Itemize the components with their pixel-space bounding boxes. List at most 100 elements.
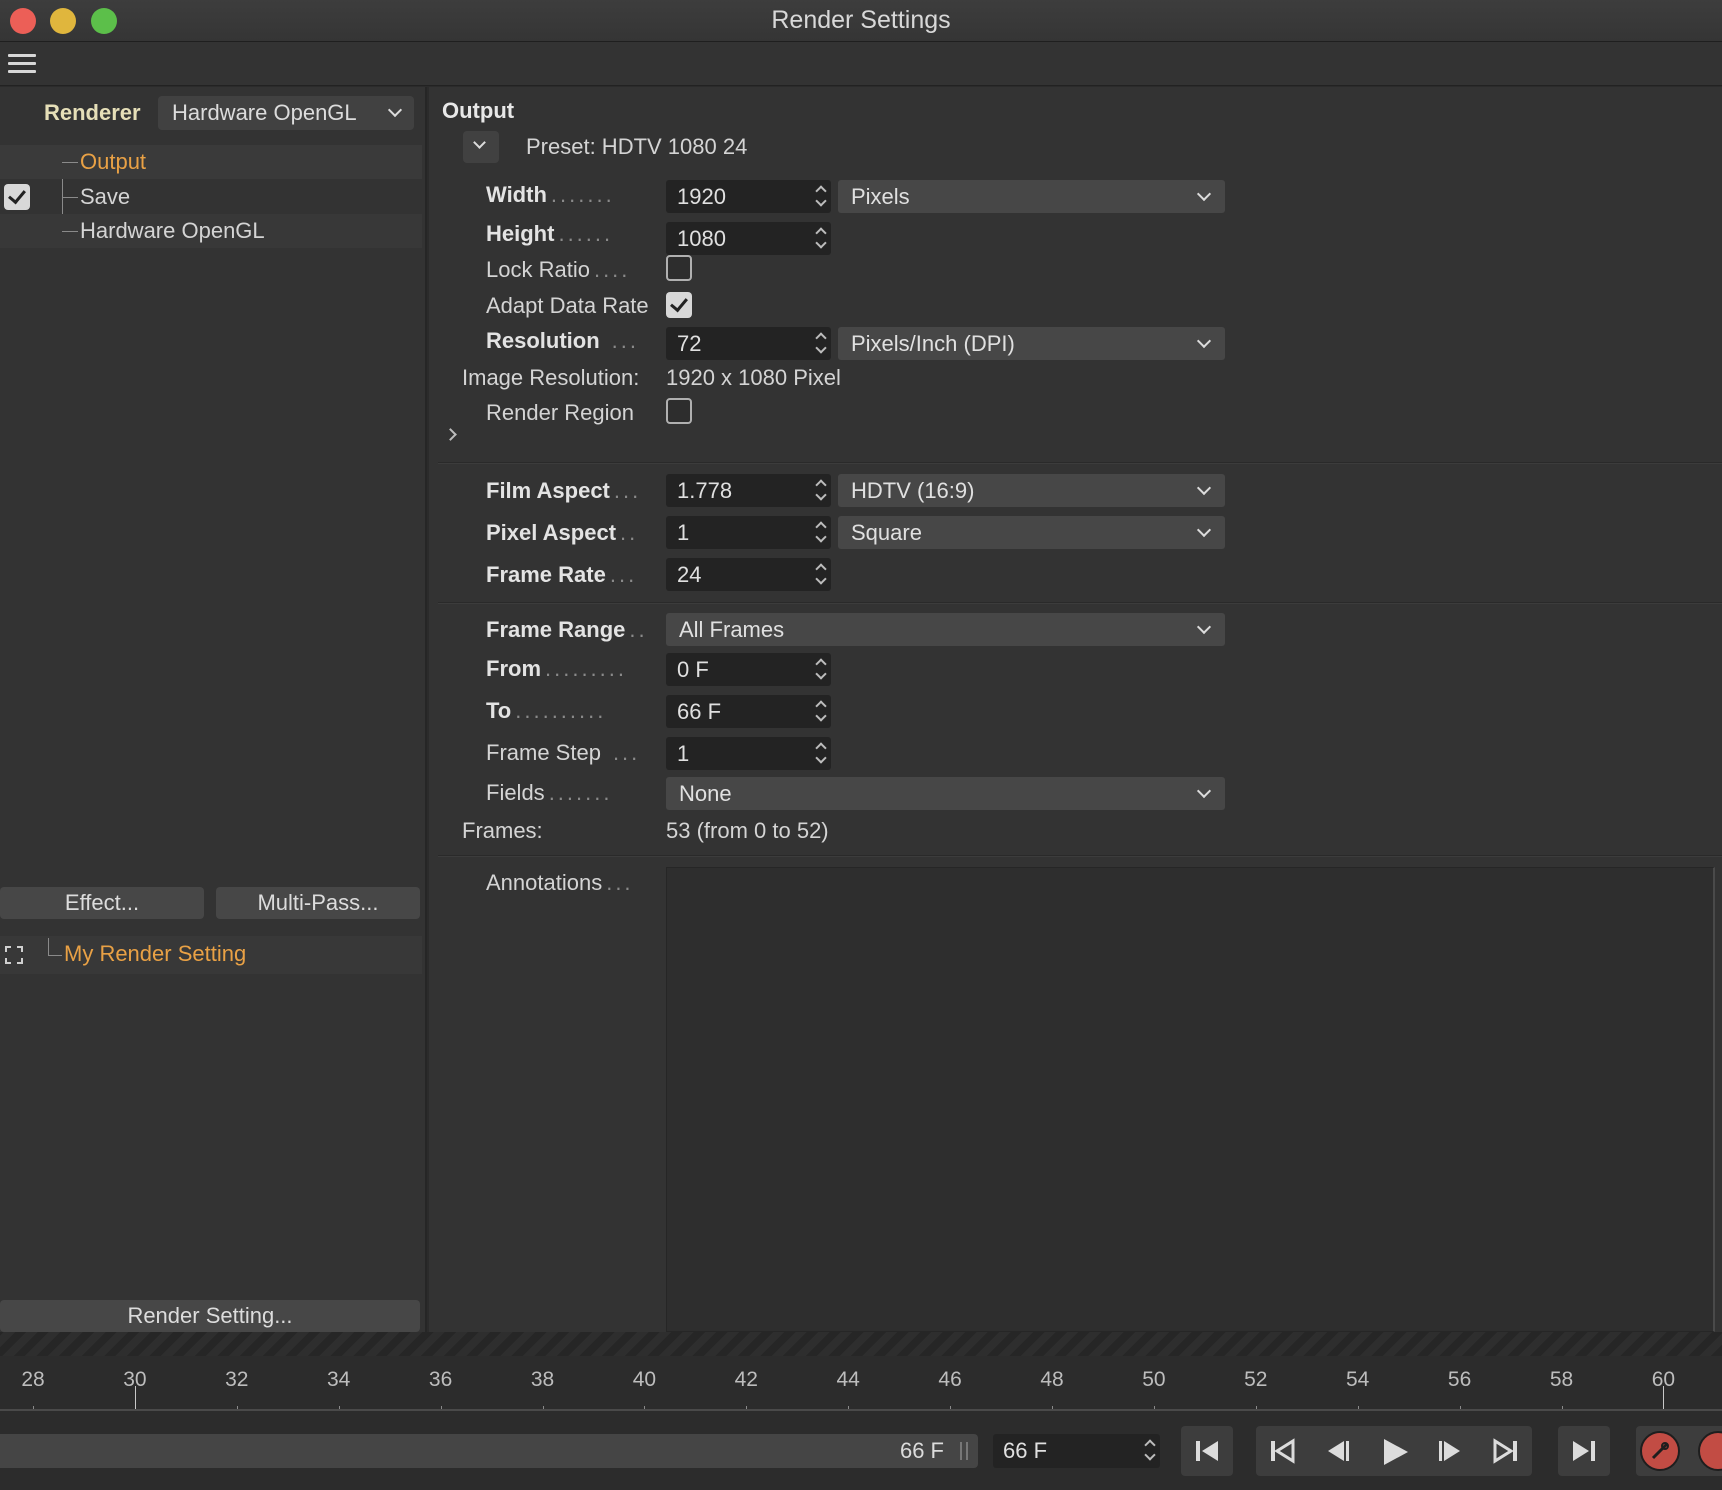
tree-branch: [62, 231, 78, 232]
current-frame-field[interactable]: 66 F: [993, 1434, 1160, 1468]
chevron-down-icon: [1196, 783, 1212, 799]
frame-slider[interactable]: 66 F: [0, 1434, 978, 1468]
stepper-icon[interactable]: [816, 699, 826, 723]
timeline-tick-label: 54: [1346, 1368, 1370, 1391]
chevron-down-icon: [1196, 480, 1212, 496]
previous-keyframe-icon[interactable]: [1256, 1426, 1308, 1476]
renderer-value: Hardware OpenGL: [172, 100, 357, 125]
timeline-tick-label: 38: [530, 1368, 555, 1391]
timeline-divider: [0, 1332, 1722, 1356]
resolution-unit-dropdown[interactable]: Pixels/Inch (DPI): [838, 327, 1225, 360]
record-icon[interactable]: [1640, 1431, 1680, 1471]
tree-item-label: Hardware OpenGL: [80, 218, 265, 243]
timeline-tick-label: 34: [327, 1368, 351, 1391]
render-region-checkbox[interactable]: [666, 398, 692, 424]
timeline-tick-label: 42: [734, 1368, 758, 1391]
tree-branch: [62, 197, 78, 198]
adapt-data-rate-checkbox[interactable]: [666, 292, 692, 318]
image-resolution-value: 1920 x 1080 Pixel: [666, 365, 841, 390]
go-to-start-icon[interactable]: [1181, 1426, 1233, 1476]
chevron-down-icon: [1196, 619, 1212, 635]
stepper-icon[interactable]: [816, 520, 826, 544]
from-label: From.........: [486, 656, 628, 681]
tree-connector: [48, 938, 49, 955]
play-icon[interactable]: [1368, 1426, 1420, 1476]
render-setting-name: My Render Setting: [64, 941, 247, 966]
film-aspect-dropdown[interactable]: HDTV (16:9): [838, 474, 1225, 507]
stepper-icon[interactable]: [816, 331, 826, 355]
renderer-select[interactable]: Hardware OpenGL: [158, 96, 414, 130]
timeline-tick-label: 40: [632, 1368, 657, 1391]
width-unit-dropdown[interactable]: Pixels: [838, 180, 1225, 213]
resolution-label: Resolution...: [486, 328, 640, 353]
fields-dropdown[interactable]: None: [666, 777, 1225, 810]
menu-bar: [0, 42, 1722, 86]
multi-pass-button[interactable]: Multi-Pass...: [216, 887, 420, 919]
timeline-tick-label: 28: [21, 1368, 45, 1391]
width-label: Width.......: [486, 182, 615, 207]
frame-step-field[interactable]: 1: [666, 737, 831, 770]
tree-branch: [48, 955, 62, 956]
frames-value: 53 (from 0 to 52): [666, 818, 829, 843]
to-field[interactable]: 66 F: [666, 695, 831, 728]
effect-button[interactable]: Effect...: [0, 887, 204, 919]
timeline-tick-label: 56: [1447, 1368, 1472, 1391]
stepper-icon[interactable]: [816, 657, 826, 681]
divider: [438, 462, 1722, 464]
tree-item-label: Output: [80, 149, 147, 174]
timeline-tick-label: 58: [1549, 1368, 1574, 1391]
auto-keying-icon[interactable]: [1698, 1431, 1722, 1471]
resolution-field[interactable]: 72: [666, 327, 831, 360]
render-region-label: Render Region: [486, 400, 634, 425]
tree-branch: [62, 162, 78, 163]
render-setting-item[interactable]: My Render Setting: [0, 936, 422, 974]
frame-rate-field[interactable]: 24: [666, 558, 831, 591]
frame-step-label: Frame Step...: [486, 740, 641, 765]
chevron-down-icon: [1196, 522, 1212, 538]
film-aspect-label: Film Aspect...: [486, 478, 642, 503]
width-field[interactable]: 1920: [666, 180, 831, 213]
save-enabled-checkbox[interactable]: [4, 184, 30, 210]
pixel-aspect-label: Pixel Aspect..: [486, 520, 639, 545]
chevron-right-icon[interactable]: [444, 428, 457, 441]
height-field[interactable]: 1080: [666, 222, 831, 255]
preset-menu-button[interactable]: [463, 131, 499, 163]
timeline-tick-label: 32: [225, 1368, 249, 1391]
stepper-icon[interactable]: [816, 184, 826, 208]
stepper-icon[interactable]: [1145, 1438, 1155, 1462]
current-frame-display: 66 F: [899, 1438, 944, 1463]
stepper-icon[interactable]: [816, 562, 826, 586]
timeline-ruler[interactable]: 28 30 32 34 36 38 40 42 44 46 48 50 52 54 56 58 60: [0, 1356, 1722, 1419]
film-aspect-field[interactable]: 1.778: [666, 474, 831, 507]
record-controls: [1636, 1426, 1722, 1476]
tree-item-hardware-opengl[interactable]: Hardware OpenGL: [0, 214, 422, 248]
pixel-aspect-field[interactable]: 1: [666, 516, 831, 549]
adapt-data-rate-label: Adapt Data Rate: [486, 293, 649, 318]
timeline-tick-label: 36: [428, 1368, 453, 1391]
hamburger-icon[interactable]: [8, 54, 36, 76]
annotations-textarea[interactable]: [666, 867, 1715, 1332]
timeline-tick-label: 50: [1142, 1368, 1166, 1391]
from-field[interactable]: 0 F: [666, 653, 831, 686]
pixel-aspect-dropdown[interactable]: Square: [838, 516, 1225, 549]
frame-range-dropdown[interactable]: All Frames: [666, 613, 1225, 646]
slider-grip-icon[interactable]: [960, 1442, 968, 1460]
stepper-icon[interactable]: [816, 478, 826, 502]
step-forward-icon[interactable]: [1424, 1426, 1476, 1476]
stepper-icon[interactable]: [816, 741, 826, 765]
render-setting-button[interactable]: Render Setting...: [0, 1300, 420, 1332]
chevron-down-icon: [1196, 186, 1212, 202]
step-back-icon[interactable]: [1312, 1426, 1364, 1476]
tree-item-label: Save: [80, 184, 131, 209]
chevron-down-icon: [1196, 333, 1212, 349]
next-keyframe-icon[interactable]: [1480, 1426, 1532, 1476]
tree-item-output[interactable]: Output: [0, 145, 422, 179]
go-to-end-icon[interactable]: [1558, 1426, 1610, 1476]
lock-ratio-checkbox[interactable]: [666, 255, 692, 281]
timeline-tick-label: 46: [938, 1368, 962, 1391]
tree-item-save[interactable]: Save: [0, 180, 422, 214]
height-label: Height......: [486, 221, 614, 246]
image-resolution-label: Image Resolution:: [462, 365, 640, 390]
stepper-icon[interactable]: [816, 226, 826, 250]
frame-range-label: Frame Range..: [486, 617, 648, 642]
